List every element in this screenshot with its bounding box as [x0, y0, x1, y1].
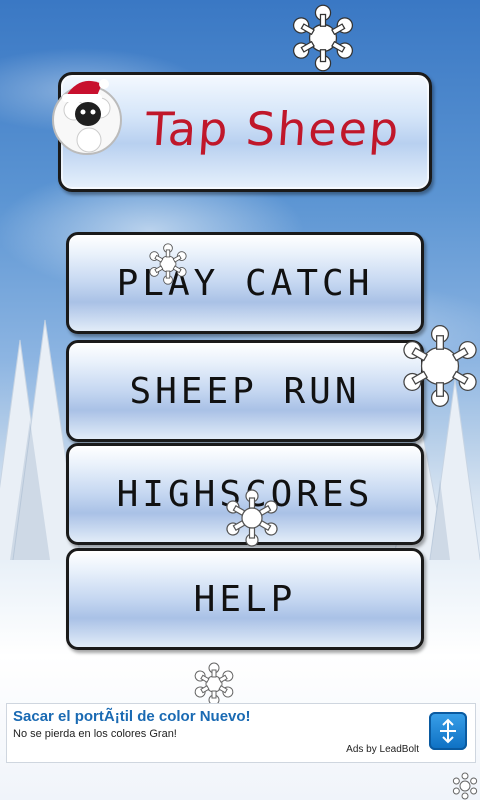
play-catch-button[interactable]: PLAY CATCH — [66, 232, 424, 334]
snowflake-icon — [147, 243, 189, 285]
game-title: Tap Sheep — [143, 102, 403, 156]
sheep-run-button[interactable]: SHEEP RUN — [66, 340, 424, 442]
ad-title[interactable]: Sacar el portÃ¡til de color Nuevo! — [13, 708, 251, 725]
snowflake-icon — [192, 662, 236, 706]
ad-description: No se pierda en los colores Gran! — [13, 728, 177, 740]
sheep-run-label: SHEEP RUN — [129, 370, 361, 412]
snowflake-icon — [224, 489, 280, 547]
arrow-icon[interactable] — [429, 712, 467, 750]
help-button[interactable]: HELP — [66, 548, 424, 650]
snowflake-icon — [400, 325, 480, 407]
snowflake-icon — [451, 772, 479, 800]
ad-credit: Ads by LeadBolt — [346, 744, 419, 755]
help-label: HELP — [193, 578, 297, 620]
snowflake-icon — [290, 4, 356, 72]
ad-banner[interactable]: Sacar el portÃ¡til de color Nuevo! No se… — [6, 703, 476, 763]
sheep-santa-hat-icon — [52, 79, 122, 155]
